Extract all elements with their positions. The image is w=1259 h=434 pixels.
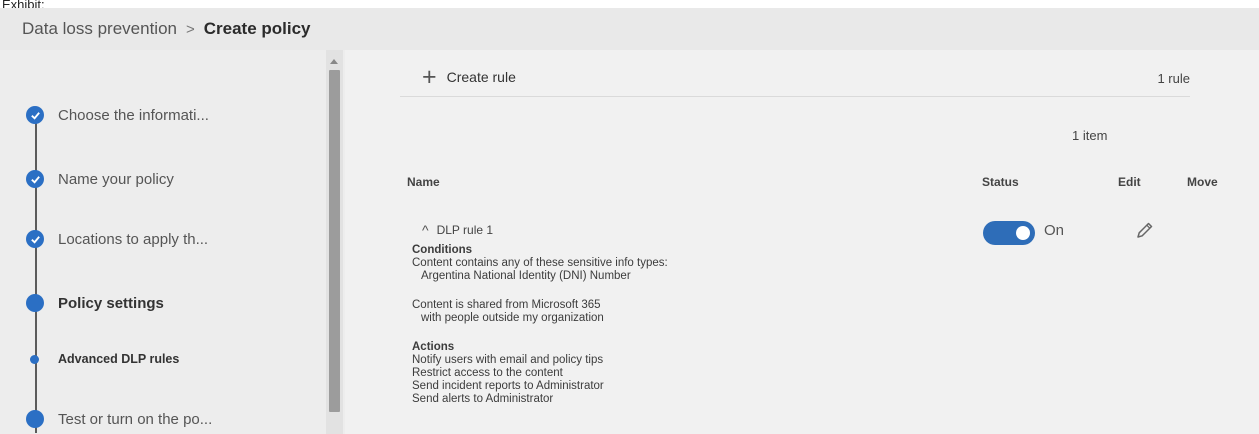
create-rule-label: Create rule [446,69,516,85]
substep-dot-icon [30,354,39,364]
column-header-status[interactable]: Status [982,175,1019,189]
step-choose-information[interactable]: Choose the informati... [26,104,209,126]
step-label: Name your policy [58,170,174,188]
exhibit-label: Exhibit: [2,0,45,8]
step-label: Advanced DLP rules [58,352,180,366]
column-header-edit: Edit [1118,175,1141,189]
step-label: Locations to apply th... [58,230,209,248]
steps-connector-line [35,107,37,433]
toggle-knob [1016,226,1030,240]
condition-text: Content is shared from Microsoft 365 [412,299,601,311]
breadcrumb: Data loss prevention > Create policy [0,8,1259,50]
dlp-create-policy-screen: Data loss prevention > Create policy Cho… [0,8,1259,434]
condition-value: with people outside my organization [421,312,604,324]
pencil-icon[interactable] [1133,220,1155,247]
condition-value: Argentina National Identity (DNI) Number [421,270,631,282]
scroll-up-arrow-icon[interactable] [330,59,338,64]
wizard-steps: Choose the informati... Name your policy… [0,50,326,434]
condition-text: Content contains any of these sensitive … [412,257,668,269]
step-policy-settings[interactable]: Policy settings [26,292,164,314]
column-header-name[interactable]: Name [407,175,440,189]
chevron-up-icon[interactable]: ^ [422,222,429,238]
create-rule-button[interactable]: + Create rule [422,63,516,91]
pending-step-icon [26,410,44,428]
breadcrumb-parent-link[interactable]: Data loss prevention [22,19,177,39]
conditions-heading: Conditions [412,244,473,256]
item-count: 1 item [1072,128,1108,143]
wizard-steps-panel: Choose the informati... Name your policy… [0,50,345,434]
plus-icon: + [422,63,437,91]
breadcrumb-separator: > [185,20,195,38]
step-test-or-turn-on[interactable]: Test or turn on the po... [26,408,212,430]
scrollbar-thumb[interactable] [329,70,340,412]
rules-panel: + Create rule 1 rule 1 item Name Status … [345,50,1259,434]
rule-row-toggle[interactable]: ^ DLP rule 1 [422,222,493,238]
rule-status-toggle[interactable] [983,221,1035,245]
rule-count: 1 rule [1157,71,1190,86]
step-name-policy[interactable]: Name your policy [26,168,174,190]
rule-details: Conditions Content contains any of these… [412,244,932,406]
rule-status-label: On [1044,222,1065,239]
step-label: Policy settings [58,294,164,312]
rule-name: DLP rule 1 [436,223,494,237]
step-locations[interactable]: Locations to apply th... [26,228,208,250]
actions-heading: Actions [412,341,455,353]
check-icon [26,230,44,248]
step-label: Choose the informati... [58,106,209,124]
action-item: Notify users with email and policy tips [412,354,604,366]
action-item: Send alerts to Administrator [412,393,554,405]
check-icon [26,106,44,124]
step-advanced-dlp-rules[interactable]: Advanced DLP rules [26,348,179,370]
step-label: Test or turn on the po... [58,410,213,428]
action-item: Send incident reports to Administrator [412,380,604,392]
action-item: Restrict access to the content [412,367,563,379]
breadcrumb-current: Create policy [203,19,311,38]
steps-scrollbar[interactable] [326,50,343,434]
rules-toolbar: + Create rule 1 rule [400,59,1190,97]
current-step-icon [26,294,44,312]
column-header-move: Move [1187,175,1218,189]
edit-rule-svg [1137,222,1153,238]
check-icon [26,170,44,188]
